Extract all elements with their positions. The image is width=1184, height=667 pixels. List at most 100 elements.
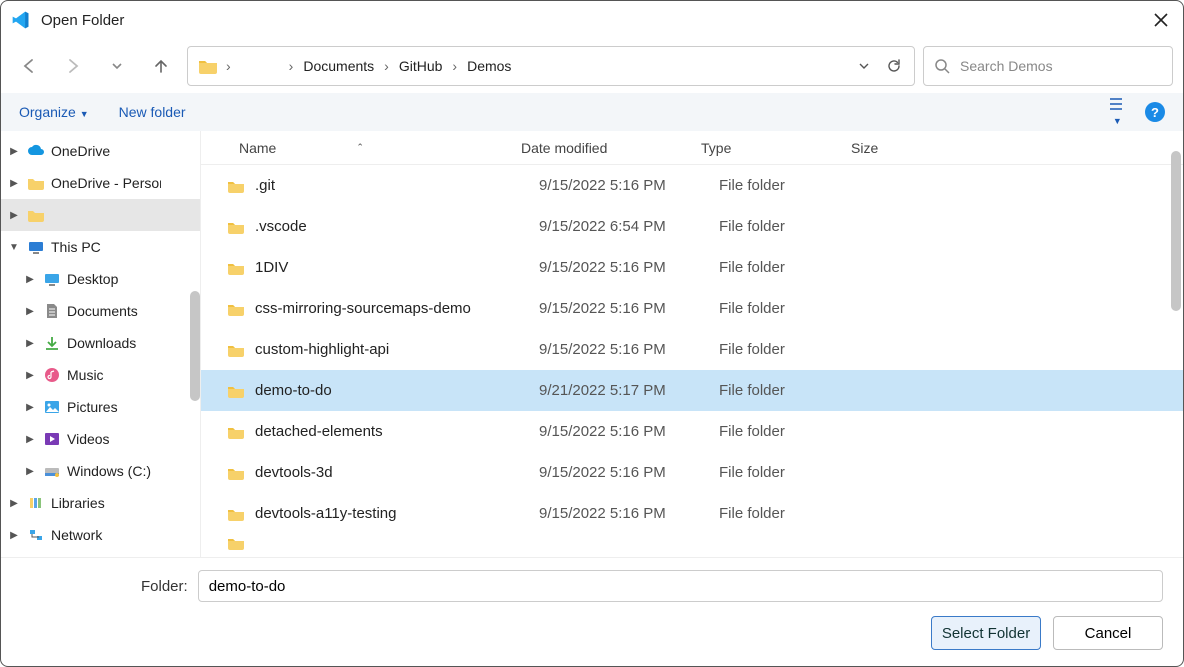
chevron-right-icon[interactable]: ▶ xyxy=(23,402,37,413)
column-name[interactable]: Name⌃ xyxy=(201,140,521,156)
chevron-right-icon[interactable]: › xyxy=(287,58,296,74)
view-menu[interactable]: ▼ xyxy=(1109,97,1127,127)
tree-item-videos[interactable]: ▶ Videos xyxy=(1,423,200,455)
chevron-right-icon[interactable]: ▶ xyxy=(23,338,37,349)
tree-item-thispc[interactable]: ▼ This PC xyxy=(1,231,200,263)
chevron-right-icon[interactable]: › xyxy=(382,58,391,74)
tree-label: Libraries xyxy=(51,495,105,511)
chevron-right-icon[interactable]: ▶ xyxy=(7,146,21,157)
tree-item-libraries[interactable]: ▶ Libraries xyxy=(1,487,200,519)
file-name: 1DIV xyxy=(255,259,539,276)
close-button[interactable] xyxy=(1149,8,1173,32)
tree-label: Documents xyxy=(67,303,138,319)
chevron-right-icon[interactable]: ▶ xyxy=(23,466,37,477)
file-date: 9/15/2022 5:16 PM xyxy=(539,464,719,481)
file-row[interactable]: .vscode9/15/2022 6:54 PMFile folder xyxy=(201,206,1183,247)
tree-item-desktop[interactable]: ▶ Desktop xyxy=(1,263,200,295)
search-placeholder: Search Demos xyxy=(960,58,1053,74)
chevron-right-icon[interactable]: ▶ xyxy=(23,274,37,285)
column-date[interactable]: Date modified xyxy=(521,140,701,156)
search-icon xyxy=(934,58,950,74)
tree-label: OneDrive - Personal xyxy=(51,175,161,191)
column-type[interactable]: Type xyxy=(701,140,851,156)
folder-icon xyxy=(227,384,245,398)
file-name: detached-elements xyxy=(255,423,539,440)
address-bar[interactable]: › › Documents › GitHub › Demos xyxy=(187,46,915,86)
tree-label: Downloads xyxy=(67,335,136,351)
download-icon xyxy=(43,334,61,352)
tree-item-documents[interactable]: ▶ Documents xyxy=(1,295,200,327)
chevron-right-icon[interactable]: ▶ xyxy=(7,210,21,221)
file-date: 9/15/2022 5:16 PM xyxy=(539,259,719,276)
folder-icon xyxy=(227,466,245,480)
file-date: 9/15/2022 5:16 PM xyxy=(539,177,719,194)
file-rows: .git9/15/2022 5:16 PMFile folder.vscode9… xyxy=(201,165,1183,557)
chevron-right-icon[interactable]: ▶ xyxy=(23,370,37,381)
file-row[interactable]: css-mirroring-sourcemaps-demo9/15/2022 5… xyxy=(201,288,1183,329)
tree-label: Network xyxy=(51,527,102,543)
tree-item-music[interactable]: ▶ Music xyxy=(1,359,200,391)
file-row[interactable]: devtools-a11y-testing9/15/2022 5:16 PMFi… xyxy=(201,493,1183,534)
folder-icon xyxy=(227,425,245,439)
folder-icon xyxy=(227,507,245,521)
file-type: File folder xyxy=(719,341,869,358)
file-name: devtools-3d xyxy=(255,464,539,481)
chevron-right-icon[interactable]: ▶ xyxy=(7,178,21,189)
folder-icon xyxy=(227,261,245,275)
help-button[interactable]: ? xyxy=(1145,102,1165,122)
tree-item-onedrive[interactable]: ▶ OneDrive xyxy=(1,135,200,167)
forward-button[interactable] xyxy=(55,48,91,84)
breadcrumb-item[interactable]: GitHub xyxy=(393,54,449,78)
file-name: custom-highlight-api xyxy=(255,341,539,358)
document-icon xyxy=(43,302,61,320)
tree-label: Desktop xyxy=(67,271,118,287)
scrollbar-thumb[interactable] xyxy=(1171,151,1181,311)
tree-label: Music xyxy=(67,367,104,383)
chevron-right-icon[interactable]: ▶ xyxy=(23,434,37,445)
file-row[interactable]: detached-elements9/15/2022 5:16 PMFile f… xyxy=(201,411,1183,452)
sort-caret-icon: ⌃ xyxy=(356,142,364,153)
organize-menu[interactable]: Organize ▼ xyxy=(19,104,89,120)
refresh-button[interactable] xyxy=(880,52,908,80)
tree-item-pictures[interactable]: ▶ Pictures xyxy=(1,391,200,423)
network-icon xyxy=(27,526,45,544)
file-row[interactable]: custom-highlight-api9/15/2022 5:16 PMFil… xyxy=(201,329,1183,370)
address-dropdown[interactable] xyxy=(850,52,878,80)
select-folder-button[interactable]: Select Folder xyxy=(931,616,1041,650)
column-size[interactable]: Size xyxy=(851,140,951,156)
file-type: File folder xyxy=(719,300,869,317)
cancel-button[interactable]: Cancel xyxy=(1053,616,1163,650)
chevron-down-icon[interactable]: ▼ xyxy=(7,242,21,253)
chevron-right-icon[interactable]: › xyxy=(450,58,459,74)
chevron-right-icon[interactable]: ▶ xyxy=(7,498,21,509)
tree-item-current[interactable]: ▶ xyxy=(1,199,200,231)
chevron-right-icon[interactable]: ▶ xyxy=(7,530,21,541)
search-input[interactable]: Search Demos xyxy=(923,46,1173,86)
breadcrumb-item[interactable]: Documents xyxy=(297,54,380,78)
folder-name-input[interactable] xyxy=(198,570,1163,602)
libraries-icon xyxy=(27,494,45,512)
column-headers: Name⌃ Date modified Type Size xyxy=(201,131,1183,165)
drive-icon xyxy=(43,462,61,480)
up-button[interactable] xyxy=(143,48,179,84)
file-row[interactable]: .git9/15/2022 5:16 PMFile folder xyxy=(201,165,1183,206)
back-button[interactable] xyxy=(11,48,47,84)
pc-icon xyxy=(27,238,45,256)
tree-item-windows-c[interactable]: ▶ Windows (C:) xyxy=(1,455,200,487)
folder-icon xyxy=(27,174,45,192)
file-row[interactable] xyxy=(201,534,1183,552)
tree-item-onedrive-personal[interactable]: ▶ OneDrive - Personal xyxy=(1,167,200,199)
breadcrumb-item[interactable]: Demos xyxy=(461,54,517,78)
recent-dropdown[interactable] xyxy=(99,48,135,84)
file-row[interactable]: devtools-3d9/15/2022 5:16 PMFile folder xyxy=(201,452,1183,493)
folder-label: Folder: xyxy=(21,578,188,595)
file-type: File folder xyxy=(719,218,869,235)
file-row[interactable]: 1DIV9/15/2022 5:16 PMFile folder xyxy=(201,247,1183,288)
new-folder-button[interactable]: New folder xyxy=(119,104,186,120)
scrollbar-thumb[interactable] xyxy=(190,291,200,401)
tree-item-network[interactable]: ▶ Network xyxy=(1,519,200,551)
music-icon xyxy=(43,366,61,384)
chevron-right-icon[interactable]: ▶ xyxy=(23,306,37,317)
file-row[interactable]: demo-to-do9/21/2022 5:17 PMFile folder xyxy=(201,370,1183,411)
tree-item-downloads[interactable]: ▶ Downloads xyxy=(1,327,200,359)
